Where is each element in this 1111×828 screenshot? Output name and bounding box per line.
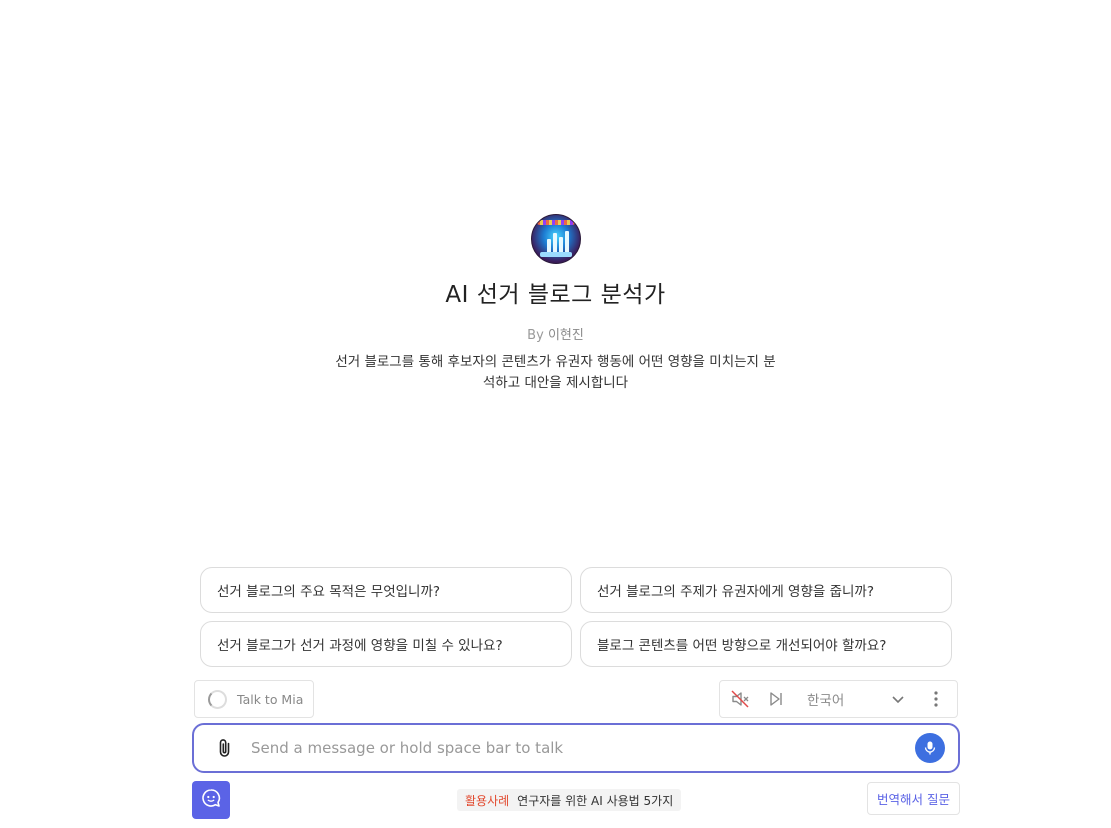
by-label: By — [527, 328, 544, 343]
bot-header: AI 선거 블로그 분석가 By 이현진 선거 블로그를 통해 후보자의 콘텐츠… — [0, 214, 1111, 394]
microphone-icon[interactable] — [915, 733, 945, 763]
chat-bot-icon — [200, 787, 222, 813]
message-input[interactable] — [251, 728, 915, 768]
more-vertical-icon[interactable] — [925, 688, 947, 710]
chevron-down-icon[interactable] — [887, 688, 909, 710]
suggestion-card[interactable]: 선거 블로그의 주요 목적은 무엇입니까? — [200, 567, 572, 613]
use-case-banner[interactable]: 활용사례 연구자를 위한 AI 사용법 5가지 — [457, 789, 682, 811]
banner-tag: 활용사례 — [465, 793, 510, 808]
talk-to-mia-button[interactable]: Talk to Mia — [194, 680, 314, 718]
translate-question-button[interactable]: 번역해서 질문 — [867, 782, 960, 815]
paperclip-icon[interactable] — [213, 736, 237, 760]
banner-text: 연구자를 위한 AI 사용법 5가지 — [517, 793, 674, 808]
bot-author: 이현진 — [547, 328, 584, 343]
skip-icon[interactable] — [765, 688, 787, 710]
bot-avatar — [530, 214, 581, 264]
chat-bot-button[interactable] — [192, 781, 230, 819]
voice-toolbar: 한국어 — [719, 680, 958, 718]
suggestion-card[interactable]: 선거 블로그가 선거 과정에 영향을 미칠 수 있나요? — [200, 621, 572, 667]
suggestion-card[interactable]: 선거 블로그의 주제가 유권자에게 영향을 줍니까? — [580, 567, 952, 613]
suggestion-grid: 선거 블로그의 주요 목적은 무엇입니까? 선거 블로그의 주제가 유권자에게 … — [200, 567, 952, 667]
talk-label: Talk to Mia — [237, 691, 304, 707]
bot-byline: By 이현진 — [0, 324, 1111, 343]
bot-title: AI 선거 블로그 분석가 — [445, 282, 666, 308]
language-select[interactable]: 한국어 — [807, 689, 887, 709]
spinner-icon — [208, 689, 227, 709]
speaker-muted-icon[interactable] — [729, 688, 751, 710]
suggestion-card[interactable]: 블로그 콘텐츠를 어떤 방향으로 개선되어야 할까요? — [580, 621, 952, 667]
bot-description: 선거 블로그를 통해 후보자의 콘텐츠가 유권자 행동에 어떤 영향을 미치는지… — [335, 354, 776, 391]
message-composer — [192, 723, 960, 773]
